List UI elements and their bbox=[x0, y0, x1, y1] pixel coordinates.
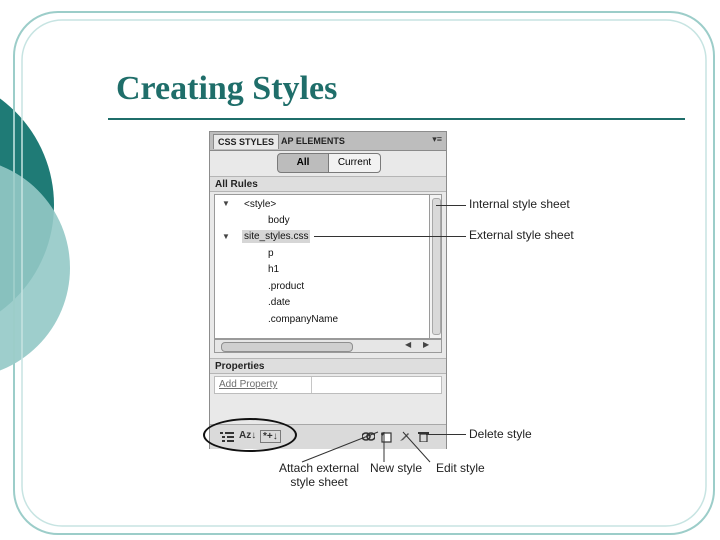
callout-line-external bbox=[314, 236, 466, 237]
callout-edit-style: Edit style bbox=[436, 461, 485, 475]
callout-internal-style-sheet: Internal style sheet bbox=[469, 197, 570, 211]
scroll-right-arrow-icon[interactable]: ▶ bbox=[423, 340, 429, 349]
rules-vertical-scrollbar[interactable] bbox=[429, 194, 442, 339]
callout-lines-bottom bbox=[301, 431, 431, 463]
expand-triangle-icon[interactable]: ▼ bbox=[222, 199, 230, 208]
teal-circle-light bbox=[0, 165, 70, 371]
rule-item[interactable]: p bbox=[268, 247, 274, 260]
tab-ap-elements[interactable]: AP ELEMENTS bbox=[277, 134, 349, 149]
rule-item[interactable]: <style> bbox=[244, 198, 276, 211]
toggle-all-button[interactable]: All bbox=[277, 153, 329, 173]
callout-line-internal bbox=[436, 205, 466, 206]
callout-attach-line-2: style sheet bbox=[290, 475, 348, 489]
rule-item[interactable]: .date bbox=[268, 296, 290, 309]
title-divider bbox=[108, 118, 685, 120]
callout-external-style-sheet: External style sheet bbox=[469, 228, 574, 242]
slide-title: Creating Styles bbox=[116, 70, 338, 107]
rule-item-selected[interactable]: site_styles.css bbox=[242, 230, 311, 243]
tab-css-styles[interactable]: CSS STYLES bbox=[213, 134, 280, 149]
rule-item[interactable]: .product bbox=[268, 280, 304, 293]
rules-horizontal-scrollbar[interactable]: ◀ ▶ bbox=[214, 339, 442, 353]
properties-column-divider bbox=[311, 377, 312, 393]
rule-item[interactable]: body bbox=[268, 214, 290, 227]
rule-item[interactable]: h1 bbox=[268, 263, 279, 276]
css-styles-panel: CSS STYLES AP ELEMENTS ▾≡ All Current Al… bbox=[209, 131, 447, 449]
vertical-scroll-thumb[interactable] bbox=[432, 198, 441, 335]
properties-table: Add Property bbox=[214, 376, 442, 394]
panel-menu-icon[interactable]: ▾≡ bbox=[432, 134, 442, 145]
toggle-current-button[interactable]: Current bbox=[329, 153, 381, 173]
add-property-link[interactable]: Add Property bbox=[219, 379, 277, 390]
callout-attach-line-1: Attach external bbox=[278, 461, 360, 475]
rules-tree[interactable]: ▼ <style> body ▼ site_styles.css p h1 .p… bbox=[214, 194, 430, 339]
callout-delete-style: Delete style bbox=[469, 427, 532, 441]
expand-triangle-icon[interactable]: ▼ bbox=[222, 232, 230, 241]
scroll-left-arrow-icon[interactable]: ◀ bbox=[405, 340, 411, 349]
panel-tab-bar: CSS STYLES AP ELEMENTS ▾≡ bbox=[210, 132, 446, 151]
highlight-ellipse bbox=[203, 418, 297, 452]
callout-new-style: New style bbox=[370, 461, 423, 475]
horizontal-scroll-thumb[interactable] bbox=[221, 342, 353, 352]
callout-attach-external: Attach external style sheet bbox=[274, 461, 364, 489]
properties-header: Properties bbox=[210, 358, 446, 374]
rule-item[interactable]: .companyName bbox=[268, 313, 338, 326]
all-rules-header: All Rules bbox=[210, 176, 446, 192]
